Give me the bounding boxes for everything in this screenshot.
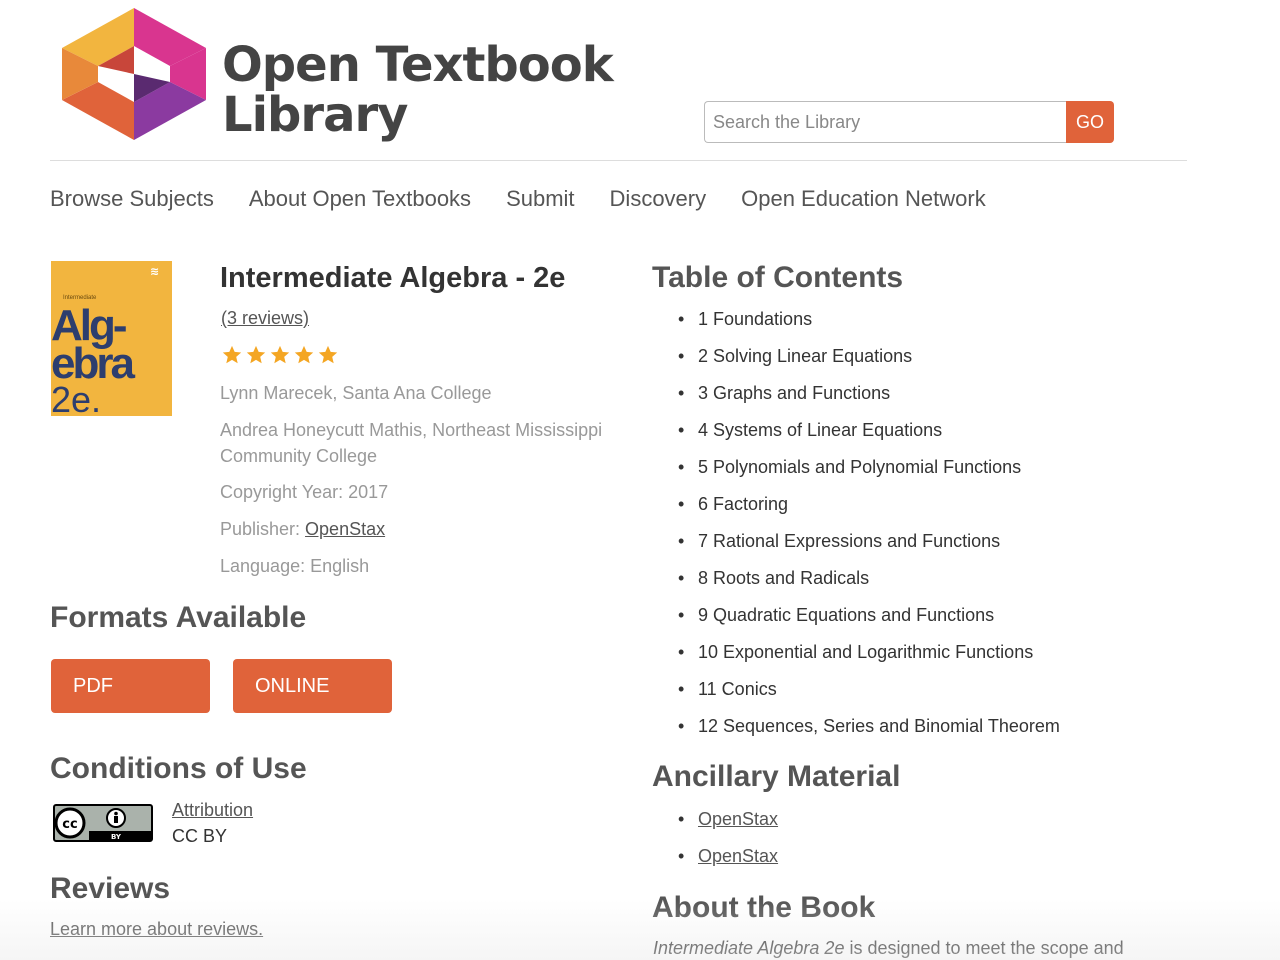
toc-item: 10 Exponential and Logarithmic Functions [678,640,1060,677]
ancillary-item: OpenStax [678,844,778,881]
license-code: CC BY [172,826,228,846]
search-go-button[interactable]: GO [1066,101,1114,143]
nav-open-education-network[interactable]: Open Education Network [741,186,986,212]
book-cover-image[interactable]: ≋ Intermediate Alg- ebra 2e. [51,261,172,416]
online-button[interactable]: ONLINE [233,659,392,713]
star-icon [294,345,314,364]
rating-stars [221,344,339,366]
toc-item: 7 Rational Expressions and Functions [678,529,1060,566]
main-nav: Browse Subjects About Open Textbooks Sub… [50,186,986,212]
reviews-heading: Reviews [50,872,171,905]
ancillary-heading: Ancillary Material [652,760,901,793]
language: Language: English [220,556,370,576]
toc-item: 3 Graphs and Functions [678,381,1060,418]
logo-line-2: Library [222,87,408,143]
publisher-label: Publisher: [220,519,306,539]
nav-discovery[interactable]: Discovery [610,186,707,212]
ancillary-link[interactable]: OpenStax [698,809,778,829]
formats-heading: Formats Available [50,601,307,634]
logo-line-1: Open Textbook [222,37,614,93]
nav-submit[interactable]: Submit [506,186,574,212]
logo-wordmark[interactable]: Open Textbook Library [222,37,614,143]
star-icon [318,345,338,364]
star-icon [222,345,242,364]
conditions-heading: Conditions of Use [50,752,307,785]
about-book-title: Intermediate Algebra 2e [653,938,845,958]
toc-item: 1 Foundations [678,307,1060,344]
cc-by-license-icon[interactable]: cc BY [53,804,153,842]
toc-item: 8 Roots and Radicals [678,566,1060,603]
toc-item: 2 Solving Linear Equations [678,344,1060,381]
nav-browse-subjects[interactable]: Browse Subjects [50,186,214,212]
ancillary-item: OpenStax [678,807,778,844]
reviews-count-link[interactable]: (3 reviews) [221,308,309,329]
openstax-badge-icon: ≋ [150,266,160,278]
star-icon [246,345,266,364]
author-1: Lynn Marecek, Santa Ana College [220,383,492,403]
toc-heading: Table of Contents [652,261,904,294]
toc-item: 6 Factoring [678,492,1060,529]
cover-edition: 2e. [51,379,102,416]
pdf-button[interactable]: PDF [51,659,210,713]
toc-item: 9 Quadratic Equations and Functions [678,603,1060,640]
star-icon [270,345,290,364]
publisher-row: Publisher: OpenStax [220,516,385,542]
copyright-year: Copyright Year: 2017 [220,482,389,502]
open-textbook-library-logo-icon[interactable] [58,8,210,140]
author-2: Andrea Honeycutt Mathis, Northeast Missi… [220,417,602,469]
toc-item: 5 Polynomials and Polynomial Functions [678,455,1060,492]
about-text-rest: is designed to meet the scope and [844,938,1124,958]
ancillary-link[interactable]: OpenStax [698,846,778,866]
ancillary-list: OpenStax OpenStax [678,807,778,881]
author-2-line-1: Andrea Honeycutt Mathis, Northeast Missi… [220,420,603,440]
svg-text:cc: cc [62,817,77,832]
nav-about-open-textbooks[interactable]: About Open Textbooks [249,186,471,212]
toc-item: 11 Conics [678,677,1060,714]
toc-list: 1 Foundations 2 Solving Linear Equations… [678,307,1060,751]
about-description: Intermediate Algebra 2e is designed to m… [653,938,1124,959]
about-heading: About the Book [652,891,876,924]
svg-text:BY: BY [111,833,122,841]
book-title: Intermediate Algebra - 2e [220,262,566,294]
learn-about-reviews-link[interactable]: Learn more about reviews. [50,919,263,940]
author-2-line-2: Community College [220,446,378,466]
toc-item: 12 Sequences, Series and Binomial Theore… [678,714,1060,751]
cover-title: Alg- ebra [51,304,135,386]
publisher-link[interactable]: OpenStax [305,519,385,539]
header-divider [50,160,1187,161]
toc-item: 4 Systems of Linear Equations [678,418,1060,455]
license-attribution-link[interactable]: Attribution [172,800,253,821]
search-input[interactable] [704,101,1066,143]
search-bar: GO [704,101,1114,143]
